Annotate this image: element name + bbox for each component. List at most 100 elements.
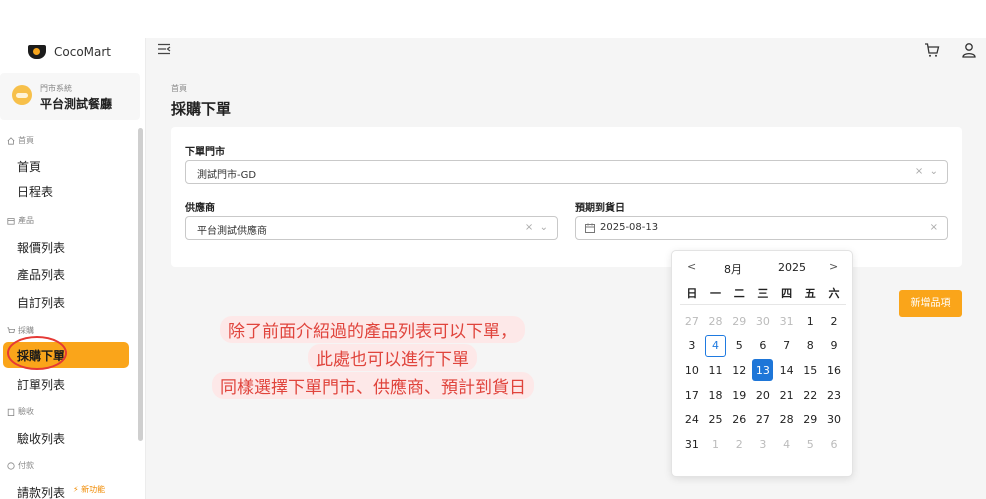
menu-collapse-icon[interactable] xyxy=(157,43,171,55)
nav-group-label: 採購 xyxy=(18,326,34,335)
calendar-day[interactable]: 11 xyxy=(704,359,728,381)
home-icon xyxy=(7,136,15,145)
calendar-icon xyxy=(585,223,595,233)
supplier-select[interactable]: 平台測試供應商 × ⌄ xyxy=(185,216,558,240)
calendar-week-row: 31 1 2 3 4 5 6 xyxy=(680,432,846,457)
calendar-week-row: 10 11 12 13 14 15 16 xyxy=(680,358,846,383)
calendar-weekday-header: 日一二三四五六 xyxy=(680,285,846,301)
nav-group-label: 首頁 xyxy=(18,136,34,145)
cart-icon[interactable] xyxy=(924,42,940,58)
calendar-day[interactable]: 3 xyxy=(751,433,775,455)
calendar-day[interactable]: 27 xyxy=(751,409,775,431)
calendar-day[interactable]: 1 xyxy=(704,433,728,455)
nav-group-payment: 付款 xyxy=(7,460,34,471)
calendar-day[interactable]: 30 xyxy=(822,409,846,431)
calendar-day[interactable]: 17 xyxy=(680,384,704,406)
clear-chevron-down-icon[interactable]: × ⌄ xyxy=(915,166,938,177)
nav-group-label: 驗收 xyxy=(18,407,34,416)
calendar-day[interactable]: 20 xyxy=(751,384,775,406)
calendar-day[interactable]: 29 xyxy=(727,310,751,332)
page-title: 採購下單 xyxy=(171,100,232,118)
clear-icon[interactable]: × xyxy=(930,222,938,233)
store-select[interactable]: 測試門市-GD × ⌄ xyxy=(185,160,948,184)
calendar-day[interactable]: 21 xyxy=(775,384,799,406)
calendar-day[interactable]: 9 xyxy=(822,335,846,357)
sidebar-item-receiving-list[interactable]: 驗收列表 xyxy=(17,430,65,447)
calendar-divider xyxy=(680,304,846,305)
calendar-day[interactable]: 5 xyxy=(727,335,751,357)
user-icon[interactable] xyxy=(961,42,977,58)
calendar-grid: 27 28 29 30 31 1 2 3 4 5 6 7 8 9 10 11 12 13 14 15 16 17 18 19 2… xyxy=(680,309,846,457)
calendar-day[interactable]: 5 xyxy=(798,433,822,455)
nav-group-products: 產品 xyxy=(7,215,34,226)
calendar-day[interactable]: 30 xyxy=(751,310,775,332)
calendar-day[interactable]: 23 xyxy=(822,384,846,406)
calendar-day[interactable]: 1 xyxy=(798,310,822,332)
calendar-day[interactable]: 16 xyxy=(822,359,846,381)
sidebar-scrollbar[interactable] xyxy=(138,128,143,441)
sidebar-item-custom-list[interactable]: 自訂列表 xyxy=(17,294,65,311)
calendar-day[interactable]: 19 xyxy=(727,384,751,406)
breadcrumb[interactable]: 首頁 xyxy=(171,83,187,94)
store-switcher[interactable]: 門市系統 平台測試餐廳 xyxy=(0,73,140,120)
calendar-day[interactable]: 6 xyxy=(751,335,775,357)
annotation-line-3: 同樣選擇下單門市、供應商、預計到貨日 xyxy=(212,372,534,399)
coin-icon xyxy=(7,461,15,470)
calendar-day[interactable]: 31 xyxy=(775,310,799,332)
calendar-day[interactable]: 31 xyxy=(680,433,704,455)
delivery-date-picker[interactable]: 2025-08-13 × xyxy=(575,216,948,240)
calendar-day[interactable]: 3 xyxy=(680,335,704,357)
calendar-day[interactable]: 28 xyxy=(704,310,728,332)
calendar-day[interactable]: 4 xyxy=(775,433,799,455)
store-name: 平台測試餐廳 xyxy=(40,97,113,111)
calendar-week-row: 24 25 26 27 28 29 30 xyxy=(680,407,846,432)
nav-group-label: 產品 xyxy=(18,216,34,225)
weekday-label: 四 xyxy=(781,287,793,300)
calendar-day[interactable]: 2 xyxy=(727,433,751,455)
next-month-icon[interactable]: > xyxy=(829,260,838,273)
calendar-day[interactable]: 27 xyxy=(680,310,704,332)
clear-chevron-down-icon[interactable]: × ⌄ xyxy=(525,222,548,233)
calendar-day[interactable]: 26 xyxy=(727,409,751,431)
new-feature-badge: ⚡ 新功能 xyxy=(73,485,106,494)
brand[interactable]: CocoMart xyxy=(28,44,111,60)
calendar-week-row: 3456789 xyxy=(680,334,846,359)
weekday-label: 一 xyxy=(710,287,722,300)
app-window: CocoMart 門市系統 平台測試餐廳 首頁 首頁 日程表 產品 報價列表 產… xyxy=(0,38,986,499)
order-form-card: 下單門市 測試門市-GD × ⌄ 供應商 平台測試供應商 × ⌄ 預期到貨日 2… xyxy=(171,127,962,267)
sidebar-item-payment-request[interactable]: 請款列表 xyxy=(17,484,65,499)
nav-group-receiving: 驗收 xyxy=(7,406,34,417)
annotation-circle xyxy=(7,336,67,370)
calendar-year[interactable]: 2025 xyxy=(778,261,806,274)
calendar-day[interactable]: 25 xyxy=(704,409,728,431)
sidebar-item-home[interactable]: 首頁 xyxy=(17,158,41,175)
calendar-month[interactable]: 8月 xyxy=(724,261,742,277)
store-field-label: 下單門市 xyxy=(185,147,225,158)
calendar-day[interactable]: 22 xyxy=(798,384,822,406)
calendar-day[interactable]: 24 xyxy=(680,409,704,431)
box-icon xyxy=(7,217,15,225)
date-picker-popup: < 8月 2025 > 日一二三四五六 27 28 29 30 31 1 2 3 4 5 6 7 8 9 1… xyxy=(671,250,853,477)
sidebar-item-order-list[interactable]: 訂單列表 xyxy=(17,376,65,393)
top-blank-strip xyxy=(0,0,986,38)
calendar-day[interactable]: 15 xyxy=(798,359,822,381)
calendar-day[interactable]: 28 xyxy=(775,409,799,431)
calendar-day[interactable]: 8 xyxy=(798,335,822,357)
calendar-day[interactable]: 7 xyxy=(775,335,799,357)
store-system-label: 門市系統 xyxy=(40,84,72,93)
sidebar-item-quote-list[interactable]: 報價列表 xyxy=(17,239,65,256)
calendar-day[interactable]: 12 xyxy=(727,359,751,381)
calendar-day[interactable]: 2 xyxy=(822,310,846,332)
prev-month-icon[interactable]: < xyxy=(687,260,696,273)
calendar-day[interactable]: 10 xyxy=(680,359,704,381)
calendar-day[interactable]: 6 xyxy=(822,433,846,455)
delivery-date-label: 預期到貨日 xyxy=(575,203,625,214)
calendar-day-selected[interactable]: 13 xyxy=(752,359,774,382)
sidebar-item-product-list[interactable]: 產品列表 xyxy=(17,266,65,283)
add-item-button[interactable]: 新增品項 xyxy=(899,290,962,317)
calendar-day-today[interactable]: 4 xyxy=(705,334,727,357)
sidebar-item-schedule[interactable]: 日程表 xyxy=(17,183,53,200)
calendar-day[interactable]: 29 xyxy=(798,409,822,431)
calendar-day[interactable]: 14 xyxy=(775,359,799,381)
calendar-day[interactable]: 18 xyxy=(704,384,728,406)
